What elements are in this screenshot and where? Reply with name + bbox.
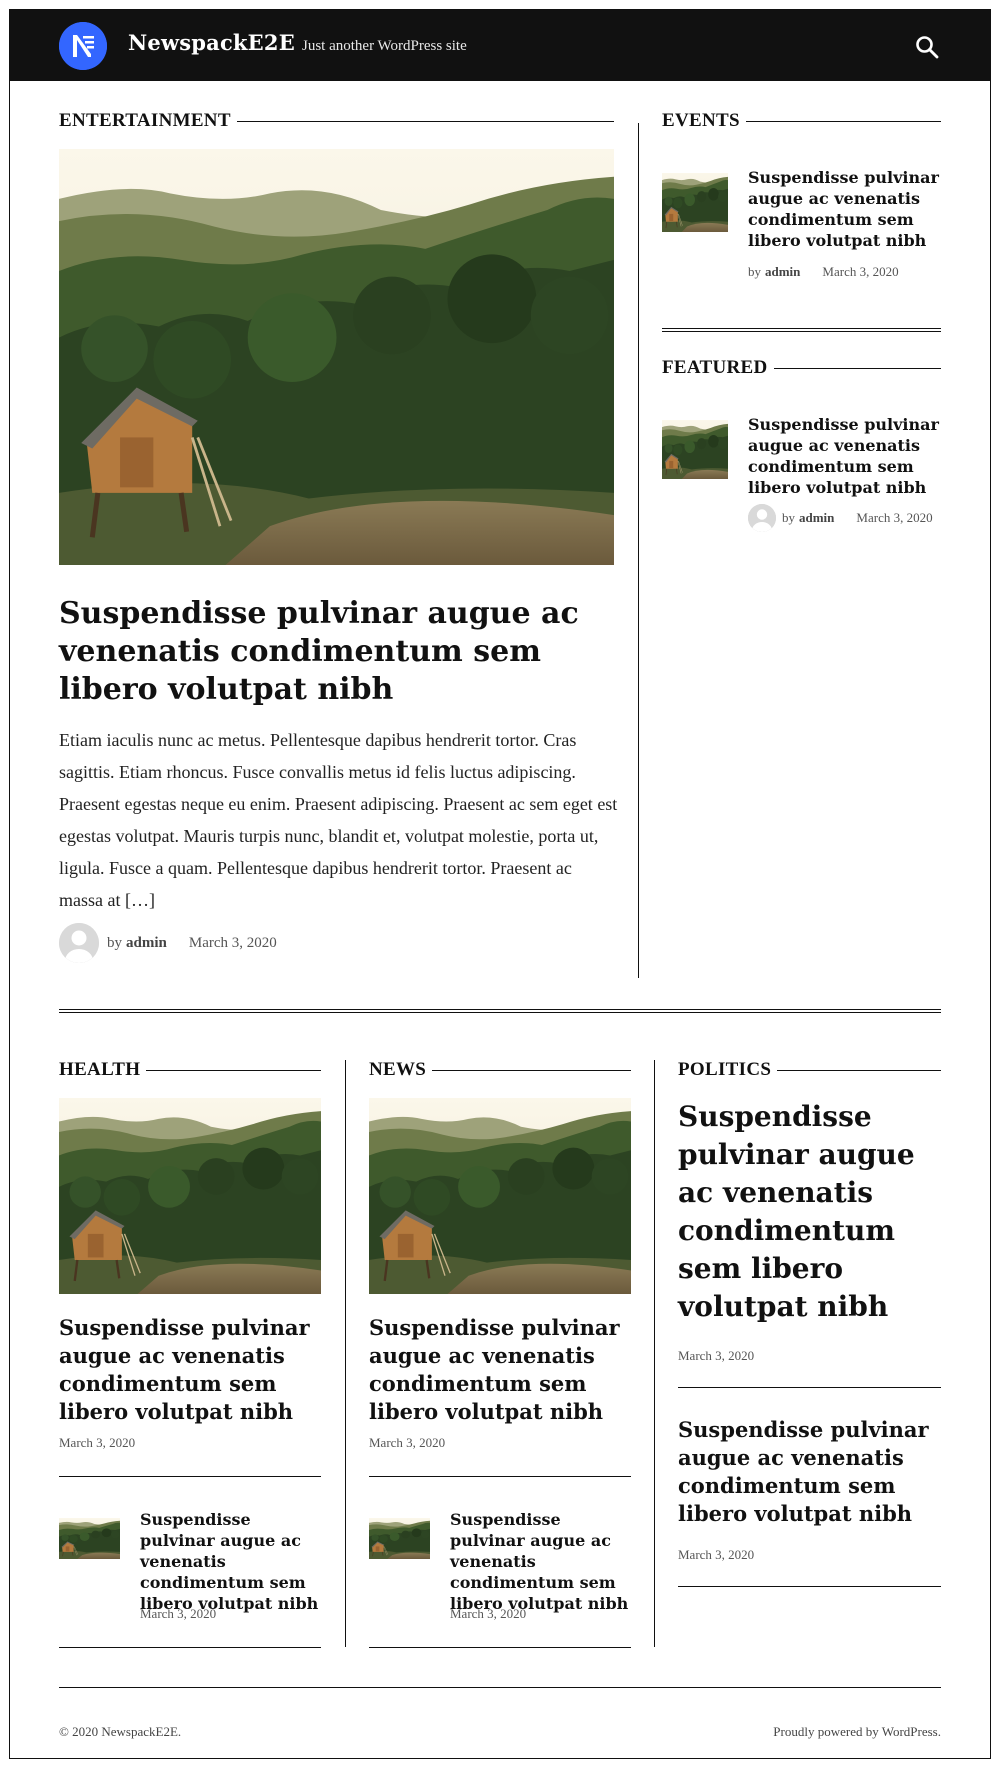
column-divider — [654, 1060, 655, 1647]
post-date[interactable]: March 3, 2020 — [856, 510, 932, 526]
section-label[interactable]: EVENTS — [662, 110, 746, 132]
column-divider — [638, 123, 639, 978]
section-divider — [662, 328, 941, 332]
post-date[interactable]: March 3, 2020 — [140, 1606, 216, 1622]
heading-rule — [745, 120, 941, 122]
author-link[interactable]: admin — [765, 264, 800, 280]
news-article-title[interactable]: Suspendisse pulvinar augue ac venenatis … — [369, 1314, 634, 1426]
article-divider — [59, 1647, 321, 1648]
health-small-thumbnail[interactable] — [59, 1518, 120, 1559]
article-divider — [369, 1476, 631, 1477]
post-date[interactable]: March 3, 2020 — [678, 1348, 754, 1364]
news-small-thumbnail[interactable] — [369, 1518, 430, 1559]
post-date[interactable]: March 3, 2020 — [189, 935, 277, 952]
section-label[interactable]: FEATURED — [662, 357, 774, 379]
avatar[interactable] — [748, 504, 776, 532]
column-divider — [345, 1060, 346, 1647]
author-link[interactable]: admin — [126, 935, 167, 952]
post-date[interactable]: March 3, 2020 — [678, 1547, 754, 1563]
footer-powered-by[interactable]: Proudly powered by WordPress. — [750, 1724, 941, 1740]
health-article-image[interactable] — [59, 1098, 321, 1294]
section-label[interactable]: ENTERTAINMENT — [59, 110, 237, 132]
site-title[interactable]: NewspackE2E — [128, 30, 295, 55]
byline-by: by — [782, 510, 795, 525]
newspack-logo-icon[interactable] — [59, 22, 107, 70]
article-divider — [678, 1586, 941, 1587]
post-date[interactable]: March 3, 2020 — [369, 1435, 445, 1451]
heading-rule — [777, 1069, 941, 1071]
entertainment-article-excerpt: Etiam iaculis nunc ac metus. Pellentesqu… — [59, 730, 618, 910]
article-divider — [678, 1387, 941, 1388]
events-article-title[interactable]: Suspendisse pulvinar augue ac venenatis … — [748, 167, 943, 251]
page-frame: NewspackE2E Just another WordPress site … — [9, 9, 991, 1759]
post-date[interactable]: March 3, 2020 — [59, 1435, 135, 1451]
events-article-thumbnail[interactable] — [662, 173, 728, 232]
footer-divider — [59, 1687, 941, 1688]
heading-rule — [432, 1069, 631, 1071]
article-divider — [59, 1476, 321, 1477]
section-heading-featured: FEATURED — [662, 357, 941, 379]
search-icon[interactable] — [914, 34, 940, 60]
byline-by: by — [107, 934, 122, 951]
section-divider — [59, 1009, 941, 1013]
featured-article-title[interactable]: Suspendisse pulvinar augue ac venenatis … — [748, 414, 943, 498]
heading-rule — [236, 120, 614, 122]
news-article-image[interactable] — [369, 1098, 631, 1294]
featured-article-meta: by admin March 3, 2020 — [748, 504, 933, 532]
section-label[interactable]: HEALTH — [59, 1059, 146, 1081]
events-article-meta: by admin March 3, 2020 — [748, 264, 899, 280]
politics-article-title[interactable]: Suspendisse pulvinar augue ac venenatis … — [678, 1098, 941, 1326]
section-heading-health: HEALTH — [59, 1059, 321, 1081]
article-divider — [369, 1647, 631, 1648]
news-small-title[interactable]: Suspendisse pulvinar augue ac venenatis … — [450, 1509, 630, 1614]
post-date[interactable]: March 3, 2020 — [450, 1606, 526, 1622]
section-heading-news: NEWS — [369, 1059, 631, 1081]
section-heading-entertainment: ENTERTAINMENT — [59, 110, 614, 132]
avatar[interactable] — [59, 923, 99, 963]
footer-copyright[interactable]: © 2020 NewspackE2E. — [59, 1724, 181, 1740]
health-small-title[interactable]: Suspendisse pulvinar augue ac venenatis … — [140, 1509, 320, 1614]
author-link[interactable]: admin — [799, 510, 834, 526]
entertainment-featured-image[interactable] — [59, 149, 614, 565]
heading-rule — [773, 367, 941, 369]
section-label[interactable]: NEWS — [369, 1059, 432, 1081]
section-heading-events: EVENTS — [662, 110, 941, 132]
featured-article-thumbnail[interactable] — [662, 420, 728, 479]
entertainment-article-meta: by admin March 3, 2020 — [59, 923, 277, 963]
entertainment-article-title[interactable]: Suspendisse pulvinar augue ac venenatis … — [59, 595, 614, 709]
site-description: Just another WordPress site — [302, 38, 467, 54]
section-label[interactable]: POLITICS — [678, 1059, 777, 1081]
byline-by: by — [748, 264, 761, 279]
health-article-title[interactable]: Suspendisse pulvinar augue ac venenatis … — [59, 1314, 324, 1426]
politics-second-title[interactable]: Suspendisse pulvinar augue ac venenatis … — [678, 1416, 943, 1528]
post-date[interactable]: March 3, 2020 — [822, 264, 898, 280]
section-heading-politics: POLITICS — [678, 1059, 941, 1081]
heading-rule — [146, 1069, 321, 1071]
site-header: NewspackE2E Just another WordPress site — [10, 10, 990, 81]
